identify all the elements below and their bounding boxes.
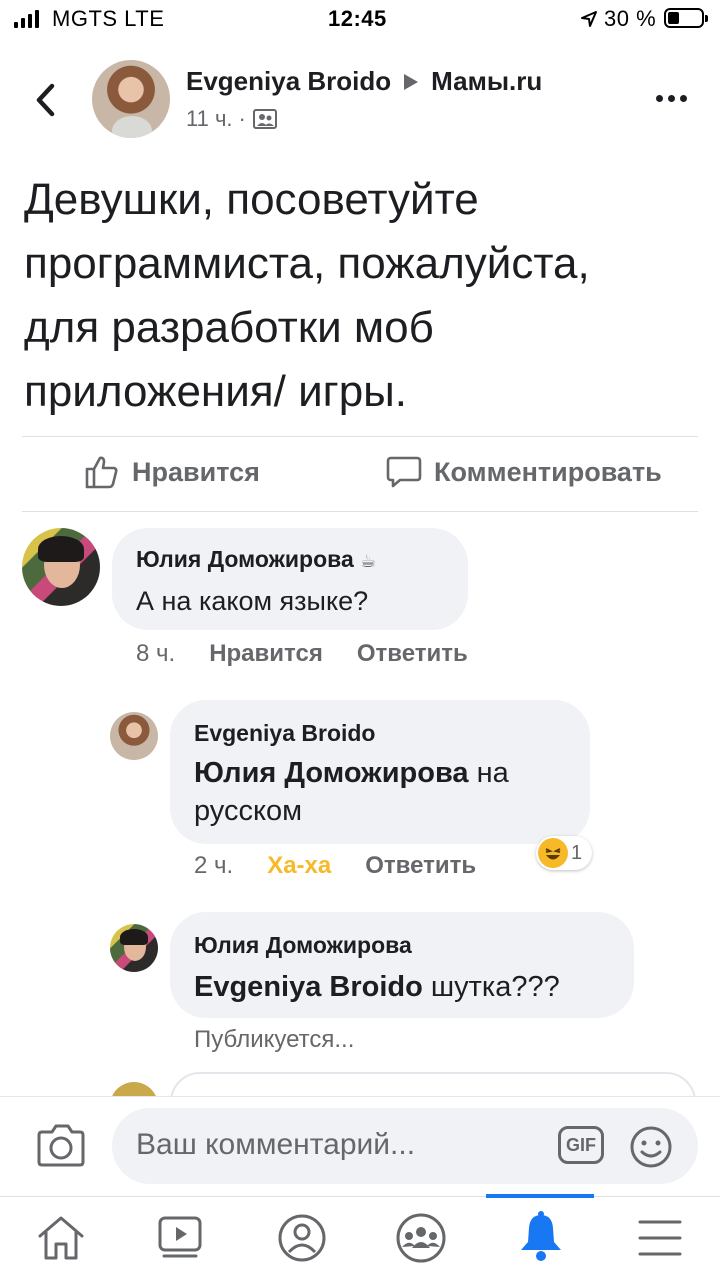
comment-label: Комментировать [434, 456, 662, 487]
comment-author-name[interactable]: Юлия Доможирова [136, 546, 354, 572]
profile-icon[interactable] [276, 1212, 328, 1264]
battery-percent: 30 % [604, 6, 657, 31]
menu-icon[interactable] [636, 1216, 684, 1260]
reply-author-name[interactable]: Evgeniya Broido [194, 720, 375, 747]
reply-text-tail: на [468, 757, 509, 789]
watch-video-icon[interactable] [154, 1216, 206, 1260]
reply-text-line2: русском [194, 795, 303, 827]
post-text: Девушки, посоветуйте программиста, пожал… [24, 175, 590, 416]
notifications-bell-icon[interactable] [516, 1210, 566, 1264]
groups-icon[interactable] [394, 1212, 448, 1264]
haha-emoji-icon [538, 838, 568, 868]
comment-bubble-icon [386, 456, 422, 488]
post-author-name[interactable]: Evgeniya Broido [186, 66, 391, 97]
reply-text: Юлия Доможирова на русском [194, 754, 509, 830]
reply-mention[interactable]: Evgeniya Broido [194, 971, 423, 1003]
emoji-icon[interactable] [628, 1124, 674, 1170]
carrier-label: MGTS LTE [52, 6, 165, 31]
gif-button[interactable]: GIF [558, 1126, 604, 1164]
reply-text: Evgeniya Broido шутка??? [194, 968, 560, 1006]
clock: 12:45 [328, 6, 387, 31]
post-time[interactable]: 11 ч. [186, 106, 233, 132]
post-group-name[interactable]: Мамы.ru [431, 66, 542, 97]
reply-bubble[interactable]: Evgeniya Broido Юлия Доможирова на русск… [170, 700, 590, 844]
comment-button[interactable]: Комментировать [386, 454, 662, 490]
reply-avatar[interactable] [110, 712, 158, 760]
coffee-icon: ☕ [360, 551, 377, 571]
reply-avatar[interactable] [110, 924, 158, 972]
comment-input-placeholder: Ваш комментарий... [136, 1128, 416, 1161]
post-meta: 11 ч. · [186, 106, 278, 132]
active-tab-indicator [486, 1194, 594, 1198]
thumbs-up-icon [85, 456, 118, 489]
comment-text: А на каком языке? [136, 586, 369, 616]
divider [22, 511, 698, 512]
location-arrow-icon [581, 11, 597, 27]
comment-bubble[interactable]: Юлия Доможирова ☕ А на каком языке? [112, 528, 468, 630]
like-label: Нравится [132, 456, 260, 487]
publishing-status: Публикуется... [194, 1026, 355, 1053]
comment-reply-button[interactable]: Ответить [357, 640, 468, 668]
author-avatar[interactable] [92, 60, 170, 138]
haha-reaction-button[interactable]: Ха-ха [267, 852, 331, 880]
meta-dot: · [238, 106, 246, 131]
divider [22, 436, 698, 437]
comment-actions: 8 ч. Нравится Ответить [136, 640, 468, 668]
commenter-avatar[interactable] [22, 528, 100, 606]
reply-actions: 2 ч. Ха-ха Ответить [194, 852, 476, 880]
battery-icon [664, 8, 708, 28]
reply-bubble[interactable]: Юлия Доможирова Evgeniya Broido шутка??? [170, 912, 634, 1018]
comment-like-button[interactable]: Нравится [209, 640, 323, 668]
reply-reply-button[interactable]: Ответить [365, 852, 476, 880]
reaction-count: 1 [571, 841, 583, 864]
reaction-count-pill[interactable]: 1 [536, 836, 592, 870]
back-chevron-icon[interactable] [30, 80, 60, 120]
reply-time[interactable]: 2 ч. [194, 852, 233, 880]
post-author-row: Evgeniya Broido Мамы.ru [186, 66, 542, 97]
reply-text-tail: шутка??? [422, 971, 560, 1003]
camera-icon[interactable] [36, 1122, 86, 1168]
triangle-arrow-icon [404, 73, 419, 90]
home-icon[interactable] [36, 1214, 86, 1262]
more-options-icon[interactable] [656, 95, 687, 102]
reply-author-name[interactable]: Юлия Доможирова [194, 932, 412, 959]
tab-bar [0, 1196, 720, 1281]
signal-strength-icon [14, 10, 39, 28]
reply-mention[interactable]: Юлия Доможирова [194, 757, 469, 789]
comment-author: Юлия Доможирова ☕ [136, 546, 376, 573]
like-button[interactable]: Нравится [84, 454, 260, 490]
group-audience-icon [252, 109, 277, 129]
comment-time[interactable]: 8 ч. [136, 640, 175, 668]
